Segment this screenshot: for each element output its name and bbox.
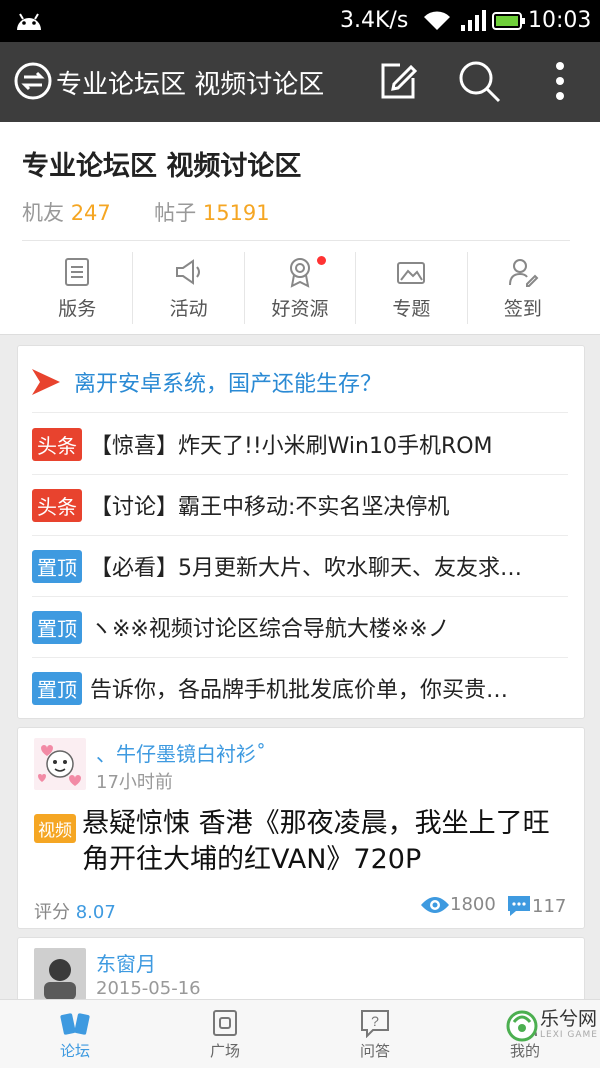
topic-row[interactable]: 头条 【讨论】霸王中移动:不实名坚决停机: [32, 475, 568, 536]
app-bar-title: 专业论坛区 视频讨论区: [56, 70, 325, 100]
comment-count: 117: [506, 894, 566, 918]
posts-label: 帖子: [154, 201, 197, 225]
avatar[interactable]: [34, 948, 86, 1000]
app-bar: 专业论坛区 视频讨论区: [0, 42, 600, 122]
document-icon: [65, 258, 90, 286]
pinned-tag: 置顶: [32, 549, 82, 583]
site-watermark: 乐兮网 LEXI GAME: [504, 1000, 600, 1067]
quick-link-label: 好资源: [271, 298, 329, 320]
signal-icon: [461, 10, 486, 31]
quick-link-label: 活动: [169, 298, 208, 320]
topic-title: 告诉你，各品牌手机批发底价单，你买贵…: [90, 678, 509, 703]
quick-link-label: 版务: [58, 298, 97, 320]
tab-label: 广场: [209, 1042, 240, 1060]
award-icon: [290, 258, 311, 288]
svg-text:?: ?: [371, 1013, 379, 1029]
view-count: 1800: [420, 894, 496, 915]
compose-icon[interactable]: [378, 60, 418, 100]
forum-stats: 机友 247 帖子 15191: [22, 197, 270, 227]
tab-qa[interactable]: ? 问答: [300, 1000, 450, 1068]
topic-title: 【讨论】霸王中移动:不实名坚决停机: [90, 495, 450, 520]
video-tag: 视频: [34, 814, 76, 843]
posts-count: 15191: [202, 201, 270, 225]
quick-link-admin[interactable]: 版务: [22, 252, 134, 324]
post-author[interactable]: 东窗月: [96, 948, 156, 977]
tab-label: 问答: [359, 1042, 390, 1060]
user-sign-icon: [508, 259, 539, 287]
forum-cards-icon: [60, 1013, 90, 1035]
quick-link-checkin[interactable]: 签到: [468, 252, 578, 324]
more-menu-icon[interactable]: [548, 60, 572, 102]
comment-icon: [508, 896, 530, 916]
featured-topic-text: 离开安卓系统，国产还能生存？: [74, 372, 383, 397]
quick-link-label: 专题: [392, 298, 431, 320]
views-value: 1800: [450, 894, 496, 915]
post-author[interactable]: 、牛仔墨镜白衬衫˚: [96, 738, 266, 767]
post-time: 2015-05-16: [96, 978, 201, 999]
topic-row[interactable]: 置顶 ヽ※※视频讨论区综合导航大楼※※ノ: [32, 597, 568, 658]
post-time: 17小时前: [96, 772, 173, 793]
tab-square[interactable]: 广场: [150, 1000, 300, 1068]
watermark-logo-icon: [506, 1010, 538, 1042]
topic-row[interactable]: 置顶 【必看】5月更新大片、吹水聊天、友友求…: [32, 536, 568, 597]
avatar[interactable]: [34, 738, 86, 790]
score-label: 评分: [34, 902, 70, 923]
topic-title: 【惊喜】炸天了!!小米刷Win10手机ROM: [90, 434, 493, 459]
members-count: 247: [70, 201, 111, 225]
forum-name: 专业论坛区 视频讨论区: [22, 151, 302, 182]
headline-tag: 头条: [32, 488, 82, 522]
members-label: 机友: [22, 201, 64, 225]
pinned-topics: 离开安卓系统，国产还能生存？ 头条 【惊喜】炸天了!!小米刷Win10手机ROM…: [17, 345, 585, 719]
pinned-tag: 置顶: [32, 610, 82, 644]
topic-row[interactable]: 置顶 告诉你，各品牌手机批发底价单，你买贵…: [32, 658, 568, 718]
quick-links: 版务 活动 好资源 专题 签到: [22, 252, 578, 324]
tab-forum[interactable]: 论坛: [0, 1000, 150, 1068]
score-value: 8.07: [75, 902, 116, 923]
quick-link-resources[interactable]: 好资源: [245, 252, 357, 324]
topic-title: 【必看】5月更新大片、吹水聊天、友友求…: [90, 556, 522, 581]
status-bar: 3.4K/s 10:03: [0, 0, 600, 42]
divider: [22, 240, 570, 241]
network-speed: 3.4K/s: [340, 8, 409, 33]
battery-icon: [492, 12, 525, 30]
eye-icon: [421, 896, 449, 913]
featured-arrow-icon: [32, 369, 60, 395]
clock: 10:03: [528, 8, 592, 33]
topic-row[interactable]: 头条 【惊喜】炸天了!!小米刷Win10手机ROM: [32, 414, 568, 475]
quick-link-topics[interactable]: 专题: [356, 252, 468, 324]
forum-header: 专业论坛区 视频讨论区 机友 247 帖子 15191 版务 活动 好资源 专题…: [0, 122, 600, 335]
new-badge-dot: [316, 256, 326, 265]
megaphone-icon: [175, 259, 200, 285]
post-title[interactable]: 悬疑惊悚 香港《那夜凌晨，我坐上了旺角开往大埔的红VAN》720P: [82, 806, 562, 878]
tab-label: 论坛: [59, 1042, 90, 1060]
question-icon: ?: [361, 1010, 389, 1038]
watermark-text: 乐兮网: [540, 1008, 598, 1030]
android-icon: [17, 13, 41, 30]
watermark-subtext: LEXI GAME: [540, 1030, 598, 1040]
topic-title: ヽ※※视频讨论区综合导航大楼※※ノ: [90, 617, 450, 642]
switch-forum-icon[interactable]: [14, 62, 52, 100]
picture-icon: [397, 262, 426, 284]
post-score: 评分 8.07: [34, 898, 116, 924]
square-icon: [213, 1010, 237, 1036]
quick-link-label: 签到: [503, 298, 542, 320]
comments-value: 117: [532, 895, 567, 917]
featured-topic[interactable]: 离开安卓系统，国产还能生存？: [32, 352, 568, 413]
search-icon[interactable]: [456, 58, 502, 104]
quick-link-events[interactable]: 活动: [133, 252, 245, 324]
pinned-tag: 置顶: [32, 671, 82, 705]
post-card[interactable]: 、牛仔墨镜白衬衫˚ 17小时前 视频 悬疑惊悚 香港《那夜凌晨，我坐上了旺角开往…: [17, 727, 585, 929]
wifi-icon: [424, 11, 450, 30]
headline-tag: 头条: [32, 427, 82, 461]
